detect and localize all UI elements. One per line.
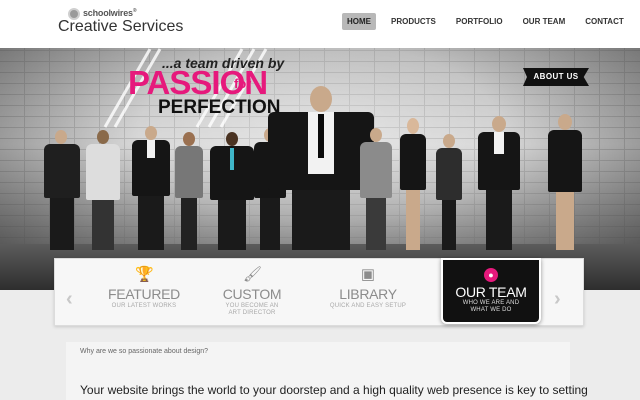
nav-products[interactable]: PRODUCTS [386,13,441,30]
feature-library[interactable]: ▣ LIBRARY QUICK AND EASY SETUP [320,266,416,322]
main-nav: HOME PRODUCTS PORTFOLIO OUR TEAM CONTACT [342,13,639,30]
logo-schoolwires: schoolwires® [83,8,137,18]
team-icon: ● [484,268,498,282]
carousel-prev-arrow-icon[interactable]: ‹ [66,288,73,311]
site-header: schoolwires® Creative Services HOME PROD… [0,0,640,48]
team-member [358,128,394,250]
nav-contact[interactable]: CONTACT [580,13,629,30]
team-member [544,114,586,250]
library-icon: ▣ [360,266,376,283]
feature-subtitle: QUICK AND EASY SETUP [329,303,407,309]
team-member [82,130,124,250]
feature-title: FEATURED [107,286,180,302]
team-member [42,130,82,250]
nav-portfolio[interactable]: PORTFOLIO [451,13,508,30]
carousel-next-arrow-icon[interactable]: › [554,288,561,311]
site-logo[interactable]: schoolwires® Creative Services [58,6,188,42]
content-question: Why are we so passionate about design? [80,348,209,355]
team-member [432,134,466,250]
hero-banner: ...a team driven by PASSION for PERFECTI… [0,48,640,290]
team-member [130,126,172,250]
team-member [208,132,256,250]
feature-title: LIBRARY [339,286,397,302]
feature-featured[interactable]: 🏆 FEATURED OUR LATEST WORKS [96,266,192,322]
feature-title: OUR TEAM [455,284,527,300]
feature-custom[interactable]: 🖌 CUSTOM YOU BECOME AN ART DIRECTOR [204,266,300,322]
content-panel: Why are we so passionate about design? Y… [66,342,588,400]
feature-our-team[interactable]: ● OUR TEAM WHO WE ARE AND WHAT WE DO [441,258,541,324]
feature-title: CUSTOM [222,286,282,302]
content-lead: Your website brings the world to your do… [80,383,588,397]
team-member [172,132,206,250]
tagline-perfection: PERFECTION [158,97,281,118]
nav-home[interactable]: HOME [342,13,376,30]
brush-icon: 🖌 [243,266,263,283]
logo-creative-services: Creative Services [58,18,184,35]
team-member [476,116,522,250]
feature-subtitle: OUR LATEST WORKS [111,303,177,309]
feature-subtitle: YOU BECOME AN ART DIRECTOR [225,303,279,316]
trophy-icon: 🏆 [135,266,154,283]
nav-our-team[interactable]: OUR TEAM [518,13,571,30]
team-member [396,118,430,250]
about-us-tab[interactable]: ABOUT US [523,68,589,86]
feature-subtitle: WHO WE ARE AND WHAT WE DO [462,300,520,313]
tagline-for: for [234,76,252,91]
